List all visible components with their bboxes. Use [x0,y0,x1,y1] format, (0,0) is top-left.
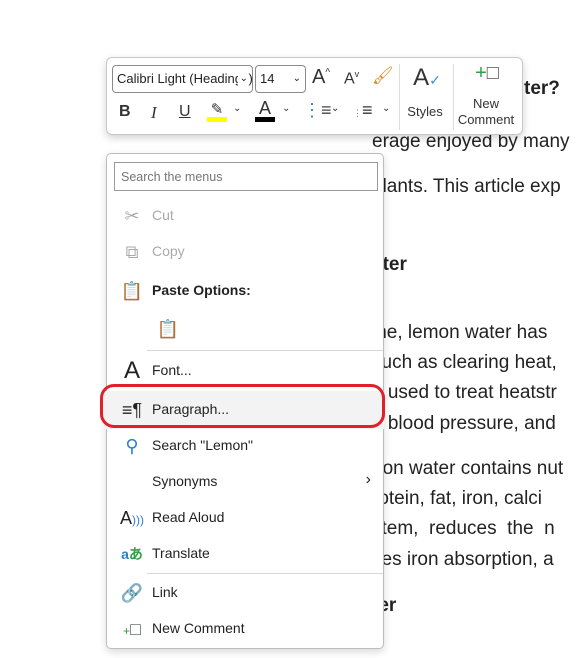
font-icon: A [123,357,140,384]
doc-text-line: h blood pressure, and [372,413,556,434]
paragraph-icon: ≡¶ [121,400,143,420]
menu-item-label: Paste Options: [152,282,251,298]
bold-icon[interactable]: B [119,103,131,121]
numbering-icon[interactable]: ⋮≡ [353,100,373,121]
doc-text-line: rotein, fat, iron, calci [372,488,543,509]
underline-icon[interactable]: U [179,103,191,121]
chevron-down-icon[interactable]: ⌄ [382,103,390,114]
new-comment-label: New [472,96,499,111]
menu-item-label: Cut [152,207,174,223]
menu-item-label: Synonyms [152,473,218,489]
chevron-down-icon: ⌄ [237,66,248,92]
translate-icon: aあ [121,546,143,562]
menu-item-copy[interactable]: ⧉ Copy [107,235,383,269]
menu-item-paragraph[interactable]: ≡¶ Paragraph... [105,391,384,429]
smart-lookup-icon: ⚲ [125,436,139,456]
search-menus-input[interactable] [114,162,378,191]
format-painter-icon[interactable]: 🖌 [372,66,394,86]
scissors-icon: ✂ [124,206,140,226]
chevron-down-icon[interactable]: ⌄ [282,103,290,114]
menu-item-label: Link [152,584,178,600]
menu-separator [147,573,383,574]
highlight-icon[interactable]: ✎ [207,100,227,122]
chevron-right-icon: › [365,471,371,488]
font-color-icon[interactable]: A [255,98,275,122]
menu-item-label: Search "Lemon" [152,437,253,453]
bullets-icon[interactable]: ⋮≡ [303,100,332,121]
context-menu: ✂ Cut ⧉ Copy 📋 Paste Options: 📋 A Font... ≡¶… [100,153,385,649]
styles-button-label[interactable]: Styles [405,104,445,119]
font-size-value: 14 [260,71,275,86]
menu-item-translate[interactable]: aあ Translate [107,537,383,571]
menu-item-font[interactable]: A Font... [107,354,383,388]
chevron-down-icon[interactable]: ⌄ [233,103,241,114]
paste-text-only-icon: 📋 [156,319,180,339]
shrink-font-icon[interactable]: Av [344,69,359,88]
doc-text-line: stem, reduces the n [372,518,555,539]
font-name-dropdown[interactable]: Calibri Light (Headings) ⌄ [112,65,253,93]
grow-font-icon[interactable]: A^ [312,66,330,89]
chevron-down-icon[interactable]: ⌄ [331,103,339,114]
paste-options-header: 📋 Paste Options: [107,274,383,308]
menu-item-search[interactable]: ⚲ Search "Lemon" [107,429,383,463]
font-name-value: Calibri Light (Headings) [117,71,253,86]
doc-text-line: n used to treat heatstr [372,382,557,403]
menu-item-cut[interactable]: ✂ Cut [107,199,383,233]
menu-item-label: Paragraph... [152,401,230,417]
doc-text-line: ine, lemon water has [372,322,548,343]
doc-text-line: such as clearing heat, [372,352,557,373]
doc-text-line: idants. This article exp [372,176,561,197]
menu-item-link[interactable]: 🔗 Link [107,576,383,610]
menu-item-read-aloud[interactable]: A))) Read Aloud [107,501,383,535]
menu-item-new-comment[interactable]: +□ New Comment [107,612,383,646]
menu-item-label: New Comment [152,620,245,636]
read-aloud-icon: A))) [119,508,144,528]
link-icon: 🔗 [120,583,144,603]
font-size-dropdown[interactable]: 14 ⌄ [255,65,306,93]
menu-separator [147,350,383,351]
doc-text-line: non water contains nut [372,458,564,479]
new-comment-button[interactable]: New Comment [455,96,517,128]
menu-item-label: Copy [152,243,185,259]
divider [399,64,400,130]
styles-icon[interactable]: A✓ [407,64,447,92]
new-comment-icon[interactable]: +□ [467,62,507,85]
copy-icon: ⧉ [125,242,139,262]
doc-text-line: ves iron absorption, a [372,549,554,570]
menu-item-label: Font... [152,362,192,378]
new-comment-icon: +□ [123,619,141,639]
italic-icon[interactable]: I [151,103,157,123]
new-comment-label: Comment [457,112,515,127]
mini-toolbar: Calibri Light (Headings) ⌄ 14 ⌄ A^ Av 🖌 B … [106,57,523,135]
paste-icon: 📋 [120,281,144,301]
divider [453,64,454,130]
menu-item-label: Translate [152,545,210,561]
doc-heading-fragment: ter? [524,78,560,99]
menu-item-synonyms[interactable]: Synonyms › [107,465,383,499]
paste-keep-text-only-button[interactable]: 📋 [143,312,183,346]
chevron-down-icon: ⌄ [292,73,301,84]
menu-item-label: Read Aloud [152,509,225,525]
